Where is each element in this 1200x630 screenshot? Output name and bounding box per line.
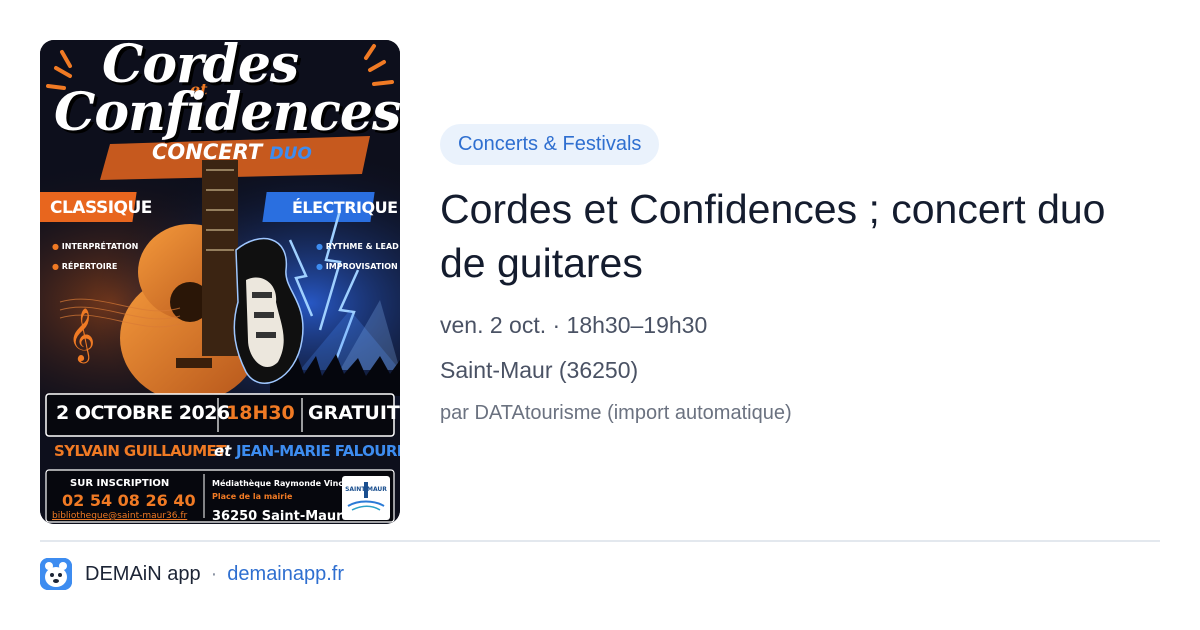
poster-time: 18H30: [226, 402, 295, 424]
poster-artist-and: et: [214, 442, 232, 460]
footer-separator: ·: [210, 562, 218, 585]
saint-maur-logo-text: SAINT-MAUR: [345, 486, 387, 493]
poster-bullet-left: RÉPERTOIRE: [52, 262, 118, 271]
poster-bullet-right: RYTHME & LEAD: [316, 242, 399, 251]
poster-venue-town: 36250 Saint-Maur: [212, 509, 343, 524]
poster-bullet-right: IMPROVISATION: [316, 262, 398, 271]
poster-subtitle-duo: DUO: [269, 144, 312, 164]
poster-bullet-left: INTERPRÉTATION: [52, 242, 139, 251]
poster-title-line2: Confidences: [54, 82, 400, 143]
poster-artist-1: SYLVAIN GUILLAUMET: [54, 442, 226, 460]
poster-subtitle-concert: CONCERT: [152, 140, 263, 164]
footer: DEMAiN app · demainapp.fr: [40, 557, 344, 591]
poster-category-electrique: ÉLECTRIQUE: [292, 198, 398, 217]
app-name: DEMAiN app: [85, 562, 201, 585]
event-poster-image[interactable]: 𝄞 Cordes et Confidences CONCERT DUO CLAS…: [40, 40, 400, 524]
event-title[interactable]: Cordes et Confidences ; concert duo de g…: [440, 182, 1160, 290]
poster-date: 2 OCTOBRE 2026: [56, 402, 230, 424]
event-source: par DATAtourisme (import automatique): [440, 402, 792, 424]
saint-maur-logo-graphic: [347, 482, 385, 511]
saint-maur-logo: SAINT-MAUR: [342, 476, 390, 520]
svg-text:𝄞: 𝄞: [68, 307, 95, 363]
poster-phone: 02 54 08 26 40: [62, 491, 196, 510]
poster-venue-place: Place de la mairie: [212, 492, 293, 501]
event-datetime: ven. 2 oct. · 18h30–19h30: [440, 312, 708, 338]
poster-artist-2: JEAN-MARIE FALOURD: [236, 442, 400, 460]
poster-venue: Médiathèque Raymonde Vincent: [212, 479, 358, 488]
demain-app-icon-graphic: [40, 558, 72, 590]
poster-price: GRATUIT: [308, 402, 400, 424]
app-site-link[interactable]: demainapp.fr: [227, 563, 344, 586]
event-location: Saint-Maur (36250): [440, 357, 639, 383]
poster-inscription-label: SUR INSCRIPTION: [70, 478, 170, 489]
footer-divider: [40, 540, 1160, 542]
poster-email: bibliotheque@saint-maur36.fr: [52, 511, 188, 521]
demain-app-icon: [40, 558, 72, 590]
poster-subtitle: CONCERT DUO: [152, 140, 312, 164]
category-badge[interactable]: Concerts & Festivals: [440, 124, 660, 165]
poster-category-classique: CLASSIQUE: [50, 198, 152, 218]
